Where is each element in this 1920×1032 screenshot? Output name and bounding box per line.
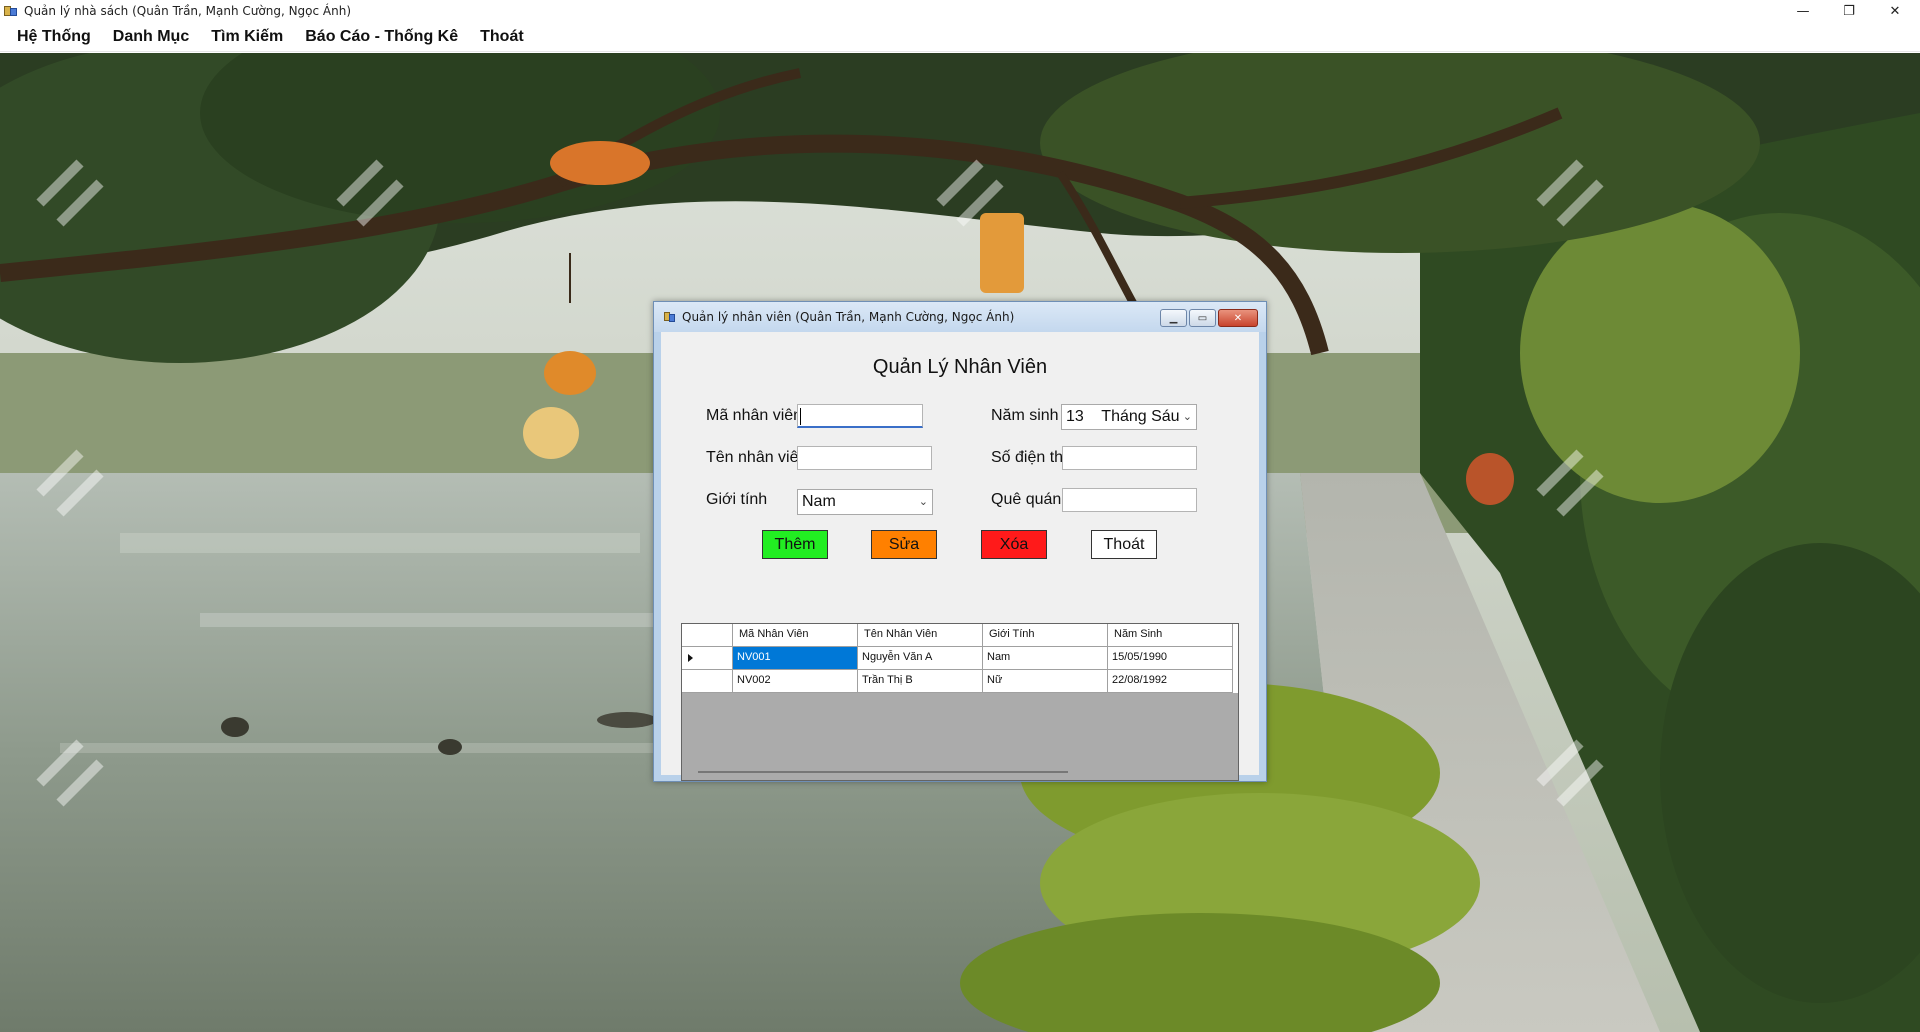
ma-nhan-vien-input[interactable]: [797, 404, 923, 428]
chevron-down-icon: ⌄: [1182, 411, 1192, 423]
table-cell[interactable]: Nguyễn Văn A: [858, 647, 983, 670]
main-titlebar: Quản lý nhà sách (Quân Trần, Mạnh Cường,…: [0, 0, 1920, 22]
menu-he-thong[interactable]: Hệ Thống: [6, 28, 102, 46]
column-header-nam-sinh[interactable]: Năm Sinh: [1108, 624, 1233, 647]
dialog-app-icon: [664, 311, 676, 323]
xoa-button[interactable]: Xóa: [981, 530, 1047, 559]
nam-sinh-datepicker[interactable]: 13 Tháng Sáu ⌄: [1061, 404, 1197, 430]
table-cell[interactable]: Trần Thị B: [858, 670, 983, 693]
sua-button[interactable]: Sửa: [871, 530, 937, 559]
que-quan-label: Quê quán: [991, 491, 1062, 508]
dialog-client-area: Quản Lý Nhân Viên Mã nhân viên Tên nhân …: [661, 332, 1259, 781]
table-cell[interactable]: NV001: [733, 647, 858, 670]
form-heading: Quản Lý Nhân Viên: [872, 356, 1048, 378]
menu-danh-muc[interactable]: Danh Mục: [102, 28, 200, 46]
employee-dialog: Quản lý nhân viên (Quân Trần, Mạnh Cường…: [653, 301, 1267, 782]
nam-sinh-label: Năm sinh: [991, 407, 1059, 424]
table-cell[interactable]: Nữ: [983, 670, 1108, 693]
dialog-titlebar[interactable]: Quản lý nhân viên (Quân Trần, Mạnh Cường…: [654, 302, 1266, 332]
menu-thoat[interactable]: Thoát: [469, 28, 535, 46]
maximize-button[interactable]: ❐: [1826, 0, 1872, 22]
column-header-ma-nhan-vien[interactable]: Mã Nhân Viên: [733, 624, 858, 647]
gioi-tinh-value: Nam: [802, 493, 836, 510]
table-cell[interactable]: 22/08/1992: [1108, 670, 1233, 693]
main-window-title: Quản lý nhà sách (Quân Trần, Mạnh Cường,…: [24, 4, 352, 18]
horizontal-scrollbar[interactable]: [698, 771, 1068, 773]
column-header-gioi-tinh[interactable]: Giới Tính: [983, 624, 1108, 647]
gioi-tinh-label: Giới tính: [706, 491, 768, 508]
minimize-button[interactable]: —: [1780, 0, 1826, 22]
row-header[interactable]: [682, 647, 733, 670]
dialog-maximize-button[interactable]: ▭: [1189, 309, 1216, 327]
row-header-corner: [682, 624, 733, 647]
ma-nhan-vien-label: Mã nhân viên: [706, 407, 803, 424]
grid-header-row: Mã Nhân Viên Tên Nhân Viên Giới Tính Năm…: [682, 624, 1238, 647]
table-cell[interactable]: NV002: [733, 670, 858, 693]
menu-bar: Hệ Thống Danh Mục Tìm Kiếm Báo Cáo - Thố…: [0, 22, 1920, 52]
thoat-button[interactable]: Thoát: [1091, 530, 1157, 559]
gioi-tinh-select[interactable]: Nam ⌄: [797, 489, 933, 515]
table-cell[interactable]: 15/05/1990: [1108, 647, 1233, 670]
menu-tim-kiem[interactable]: Tìm Kiếm: [200, 28, 294, 46]
app-icon: [4, 4, 18, 18]
table-cell[interactable]: Nam: [983, 647, 1108, 670]
column-header-ten-nhan-vien[interactable]: Tên Nhân Viên: [858, 624, 983, 647]
dialog-close-button[interactable]: ✕: [1218, 309, 1258, 327]
chevron-down-icon: ⌄: [918, 496, 928, 508]
table-row[interactable]: NV002 Trần Thị B Nữ 22/08/1992: [682, 670, 1238, 693]
employee-data-grid[interactable]: Mã Nhân Viên Tên Nhân Viên Giới Tính Năm…: [681, 623, 1239, 781]
ten-nhan-vien-input[interactable]: [797, 446, 932, 470]
them-button[interactable]: Thêm: [762, 530, 828, 559]
close-button[interactable]: ✕: [1872, 0, 1918, 22]
nam-sinh-value: 13 Tháng Sáu: [1066, 408, 1180, 425]
so-dien-thoai-input[interactable]: [1062, 446, 1197, 470]
row-pointer-icon: [688, 654, 693, 662]
que-quan-input[interactable]: [1062, 488, 1197, 512]
dialog-minimize-button[interactable]: ▁: [1160, 309, 1187, 327]
table-row[interactable]: NV001 Nguyễn Văn A Nam 15/05/1990: [682, 647, 1238, 670]
ten-nhan-vien-label: Tên nhân viên: [706, 449, 808, 466]
menu-bao-cao-thong-ke[interactable]: Báo Cáo - Thống Kê: [294, 28, 469, 46]
row-header[interactable]: [682, 670, 733, 693]
dialog-title: Quản lý nhân viên (Quân Trần, Mạnh Cường…: [682, 310, 1015, 324]
